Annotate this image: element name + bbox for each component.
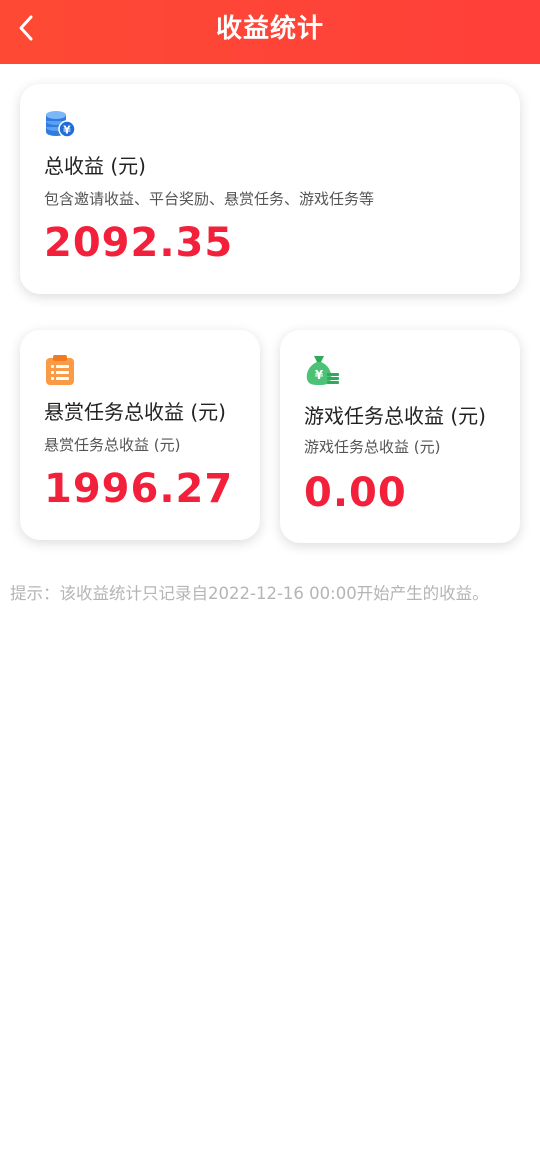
game-task-value: 0.00 xyxy=(304,470,407,516)
status-bar xyxy=(0,0,540,4)
status-icons xyxy=(422,0,520,2)
reward-task-earnings-card: 悬赏任务总收益 (元) 悬赏任务总收益 (元) 1996.27 xyxy=(20,330,260,540)
total-earnings-card: ¥ 总收益 (元) 包含邀请收益、平台奖励、悬赏任务、游戏任务等 2092.35 xyxy=(20,84,520,294)
clipboard-list-icon xyxy=(46,355,74,385)
total-earnings-value: 2092.35 xyxy=(44,220,234,266)
svg-text:¥: ¥ xyxy=(315,368,324,382)
svg-text:¥: ¥ xyxy=(63,124,71,137)
top-bar: 收益统计 xyxy=(0,0,540,64)
reward-task-title: 悬赏任务总收益 (元) xyxy=(44,400,226,424)
page-title: 收益统计 xyxy=(215,14,324,44)
game-task-desc: 游戏任务总收益 (元) xyxy=(304,438,441,456)
money-bag-icon: ¥ xyxy=(306,356,339,385)
game-task-earnings-card: ¥ 游戏任务总收益 (元) 游戏任务总收益 (元) 0.00 xyxy=(280,330,520,543)
total-earnings-desc: 包含邀请收益、平台奖励、悬赏任务、游戏任务等 xyxy=(44,190,375,208)
reward-task-value: 1996.27 xyxy=(44,466,234,512)
total-earnings-title: 总收益 (元) xyxy=(44,154,146,178)
coins-icon: ¥ xyxy=(46,111,76,138)
reward-task-desc: 悬赏任务总收益 (元) xyxy=(44,436,181,454)
game-task-title: 游戏任务总收益 (元) xyxy=(304,404,486,428)
tip-text: 提示：该收益统计只记录自2022-12-16 00:00开始产生的收益。 xyxy=(10,584,489,603)
